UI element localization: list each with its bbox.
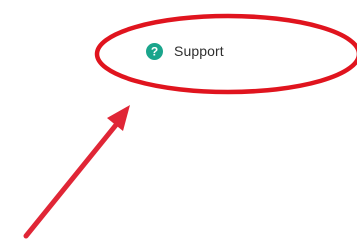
annotation-overlay: [23, 13, 357, 239]
help-circle-icon: ?: [146, 42, 163, 60]
pointer-arrow-head: [107, 105, 130, 131]
screen: ? Support: [0, 0, 357, 244]
support-menu-item[interactable]: ? Support: [146, 41, 224, 61]
pointer-arrow-shaft: [23, 117, 123, 239]
svg-text:?: ?: [151, 44, 158, 58]
highlight-ellipse: [94, 13, 357, 95]
support-label: Support: [174, 43, 224, 59]
